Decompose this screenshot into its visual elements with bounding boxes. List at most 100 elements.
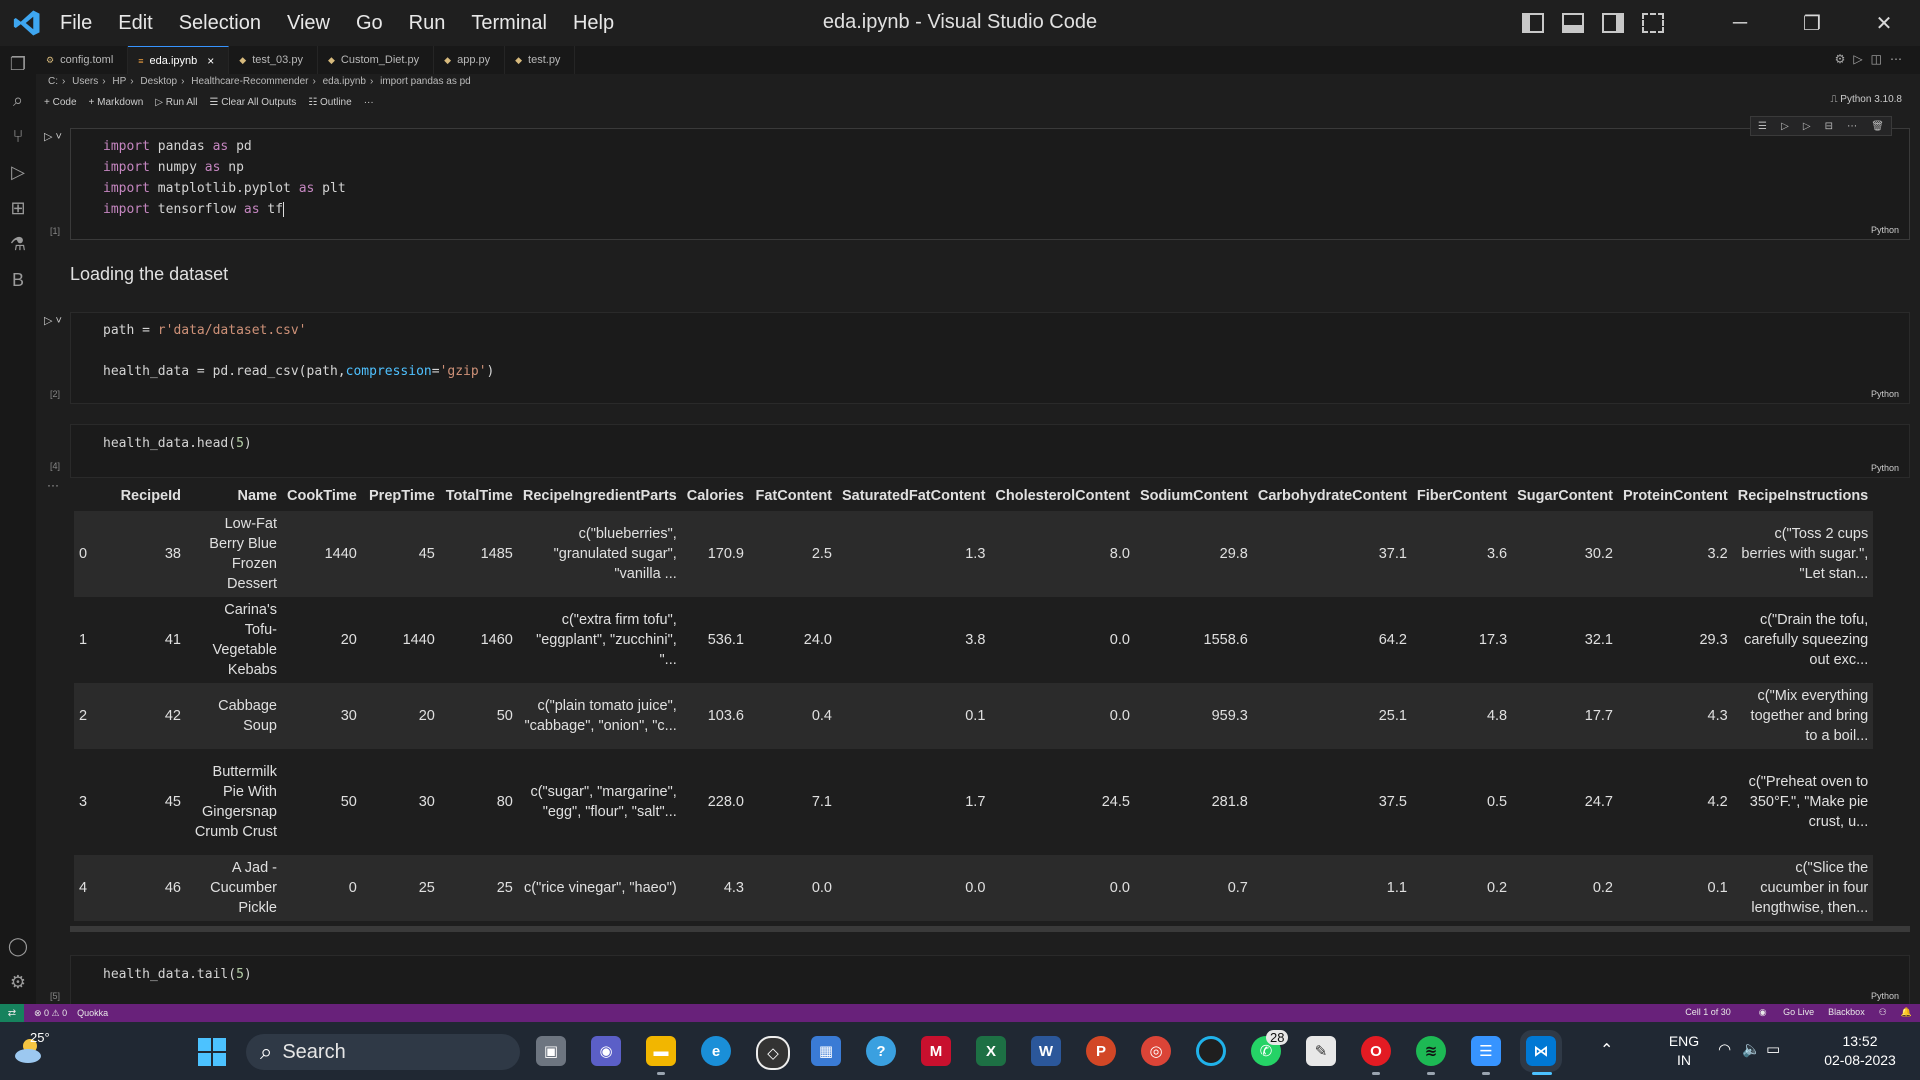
go-live-button[interactable]: ◉ Go Live xyxy=(1745,1007,1814,1018)
menu-help[interactable]: Help xyxy=(573,12,614,35)
menu-selection[interactable]: Selection xyxy=(179,12,261,35)
output-horizontal-scrollbar[interactable] xyxy=(70,926,1910,932)
file-explorer-icon[interactable]: ▬ xyxy=(646,1036,676,1066)
toggle-secondary-sidebar-icon[interactable] xyxy=(1602,13,1624,33)
cell-indicator[interactable]: Cell 1 of 30 xyxy=(1685,1007,1731,1018)
excel-icon[interactable]: X xyxy=(976,1036,1006,1066)
restore-icon[interactable]: ❐ xyxy=(1776,0,1848,46)
code-cell[interactable]: health_data.tail(5) Python xyxy=(70,955,1910,1004)
run-cell-button[interactable]: ▷ ˅ xyxy=(44,130,62,143)
breadcrumb-item[interactable]: Users xyxy=(72,76,98,87)
cell-language[interactable]: Python xyxy=(1871,389,1899,399)
start-button[interactable] xyxy=(198,1038,226,1066)
tab-config-toml[interactable]: ⚙ config.toml xyxy=(36,46,129,74)
run-by-line-icon[interactable]: ☰ xyxy=(1758,121,1767,132)
delete-cell-icon[interactable]: 🗑 xyxy=(1871,121,1884,132)
tab-eda-ipynb[interactable]: ≡ eda.ipynb × xyxy=(128,46,230,74)
more-icon[interactable]: ⋯ xyxy=(1847,121,1857,132)
markdown-cell[interactable]: Loading the dataset xyxy=(70,264,228,285)
menu-run[interactable]: Run xyxy=(409,12,446,35)
settings-gear-icon[interactable]: ⚙ xyxy=(0,964,36,1000)
output-actions-icon[interactable]: ··· xyxy=(47,478,59,492)
split-cell-icon[interactable]: ⊟ xyxy=(1825,121,1833,132)
execute-below-icon[interactable]: ▷ xyxy=(1803,121,1811,132)
run-debug-icon[interactable]: ▷ xyxy=(0,154,36,190)
language-indicator[interactable]: ENG IN xyxy=(1664,1032,1704,1070)
add-markdown-cell-button[interactable]: + Markdown xyxy=(89,97,144,108)
cell-language[interactable]: Python xyxy=(1871,463,1899,473)
clear-outputs-button[interactable]: ☰ Clear All Outputs xyxy=(209,97,296,108)
source-control-icon[interactable]: ⑂ xyxy=(0,118,36,154)
battery-icon[interactable]: ▭ xyxy=(1766,1040,1780,1058)
run-cell-button[interactable]: ▷ ˅ xyxy=(44,314,62,327)
tab-custom-diet-py[interactable]: ◆ Custom_Diet.py xyxy=(318,46,435,74)
task-view-icon[interactable]: ▣ xyxy=(536,1036,566,1066)
microsoft-store-icon[interactable]: ▦ xyxy=(811,1036,841,1066)
spotify-icon[interactable]: ≋ xyxy=(1416,1036,1446,1066)
wifi-icon[interactable]: ◠ xyxy=(1718,1040,1731,1058)
cortana-icon[interactable] xyxy=(1196,1036,1226,1066)
breadcrumb-item[interactable]: HP xyxy=(112,76,126,87)
help-icon[interactable]: ? xyxy=(866,1036,896,1066)
menu-terminal[interactable]: Terminal xyxy=(471,12,547,35)
volume-icon[interactable]: 🔈 xyxy=(1742,1040,1761,1058)
menu-go[interactable]: Go xyxy=(356,12,383,35)
cell-language[interactable]: Python xyxy=(1871,991,1899,1001)
powerpoint-icon[interactable]: P xyxy=(1086,1036,1116,1066)
testing-icon[interactable]: ⚗ xyxy=(0,226,36,262)
clock[interactable]: 13:52 02-08-2023 xyxy=(1810,1032,1910,1070)
blackbox-icon[interactable]: B xyxy=(0,262,36,298)
remote-icon[interactable]: ⇄ xyxy=(0,1004,24,1022)
add-code-cell-button[interactable]: + Code xyxy=(44,97,77,108)
menu-view[interactable]: View xyxy=(287,12,330,35)
tab-test-py[interactable]: ◆ test.py xyxy=(505,46,576,74)
customize-layout-icon[interactable] xyxy=(1642,13,1664,33)
chrome-icon[interactable]: ◎ xyxy=(1141,1036,1171,1066)
cell-toolbar[interactable]: ☰ ▷ ▷ ⊟ ⋯ 🗑 xyxy=(1750,116,1892,136)
account-icon[interactable]: ◯ xyxy=(0,928,36,964)
more-actions-button[interactable]: ··· xyxy=(364,97,374,108)
weather-temperature[interactable]: 25° xyxy=(30,1030,50,1045)
breadcrumb-item[interactable]: import pandas as pd xyxy=(380,76,471,87)
chevron-up-icon[interactable]: ⌃ xyxy=(1600,1040,1613,1060)
kernel-picker[interactable]: ⎍ Python 3.10.8 xyxy=(1831,94,1903,105)
menu-edit[interactable]: Edit xyxy=(118,12,152,35)
tab-test-03-py[interactable]: ◆ test_03.py xyxy=(229,46,318,74)
breadcrumb-item[interactable]: eda.ipynb xyxy=(323,76,366,87)
problems-indicator[interactable]: ⊗ 0 ⚠ 0 xyxy=(34,1008,67,1019)
taskbar-search-box[interactable]: ⌕ Search xyxy=(246,1034,520,1070)
code-cell[interactable]: health_data.head(5) Python xyxy=(70,424,1910,478)
toggle-panel-icon[interactable] xyxy=(1562,13,1584,33)
toggle-primary-sidebar-icon[interactable] xyxy=(1522,13,1544,33)
extensions-icon[interactable]: ⊞ xyxy=(0,190,36,226)
teams-chat-icon[interactable]: ◉ xyxy=(591,1036,621,1066)
edge-browser-icon[interactable]: e xyxy=(701,1036,731,1066)
editor-actions[interactable]: ⚙▷◫⋯ xyxy=(1835,52,1910,66)
quokka-status[interactable]: Quokka xyxy=(77,1008,108,1018)
breadcrumb-item[interactable]: Desktop xyxy=(140,76,177,87)
minimize-icon[interactable]: ─ xyxy=(1704,0,1776,46)
execute-above-icon[interactable]: ▷ xyxy=(1781,121,1789,132)
opera-icon[interactable]: O xyxy=(1361,1036,1391,1066)
run-all-button[interactable]: ▷ Run All xyxy=(155,97,197,108)
account-status-icon[interactable]: ⚇ xyxy=(1879,1007,1887,1018)
word-icon[interactable]: W xyxy=(1031,1036,1061,1066)
cell-language[interactable]: Python xyxy=(1871,225,1899,235)
code-cell[interactable]: import pandas as pd import numpy as np i… xyxy=(70,128,1910,240)
breadcrumb-item[interactable]: C: xyxy=(48,76,58,87)
vscode-taskbar-icon[interactable]: ⋈ xyxy=(1520,1030,1562,1072)
files-icon[interactable]: ❐ xyxy=(0,46,36,82)
code-cell[interactable]: path = r'data/dataset.csv' health_data =… xyxy=(70,312,1910,404)
breadcrumb-item[interactable]: Healthcare-Recommender xyxy=(191,76,308,87)
pdf-editor-icon[interactable]: ✎ xyxy=(1306,1036,1336,1066)
notepad-icon[interactable]: ☰ xyxy=(1471,1036,1501,1066)
tab-app-py[interactable]: ◆ app.py xyxy=(434,46,506,74)
close-icon[interactable]: ✕ xyxy=(1848,0,1920,46)
unity-icon[interactable]: ◇ xyxy=(756,1036,790,1070)
outline-button[interactable]: ☷ Outline xyxy=(308,97,351,108)
mcafee-icon[interactable]: M xyxy=(921,1036,951,1066)
close-tab-icon[interactable]: × xyxy=(207,54,214,68)
blackbox-status[interactable]: Blackbox xyxy=(1828,1007,1865,1018)
menu-file[interactable]: File xyxy=(60,12,92,35)
notifications-icon[interactable]: 🔔 xyxy=(1901,1007,1912,1018)
